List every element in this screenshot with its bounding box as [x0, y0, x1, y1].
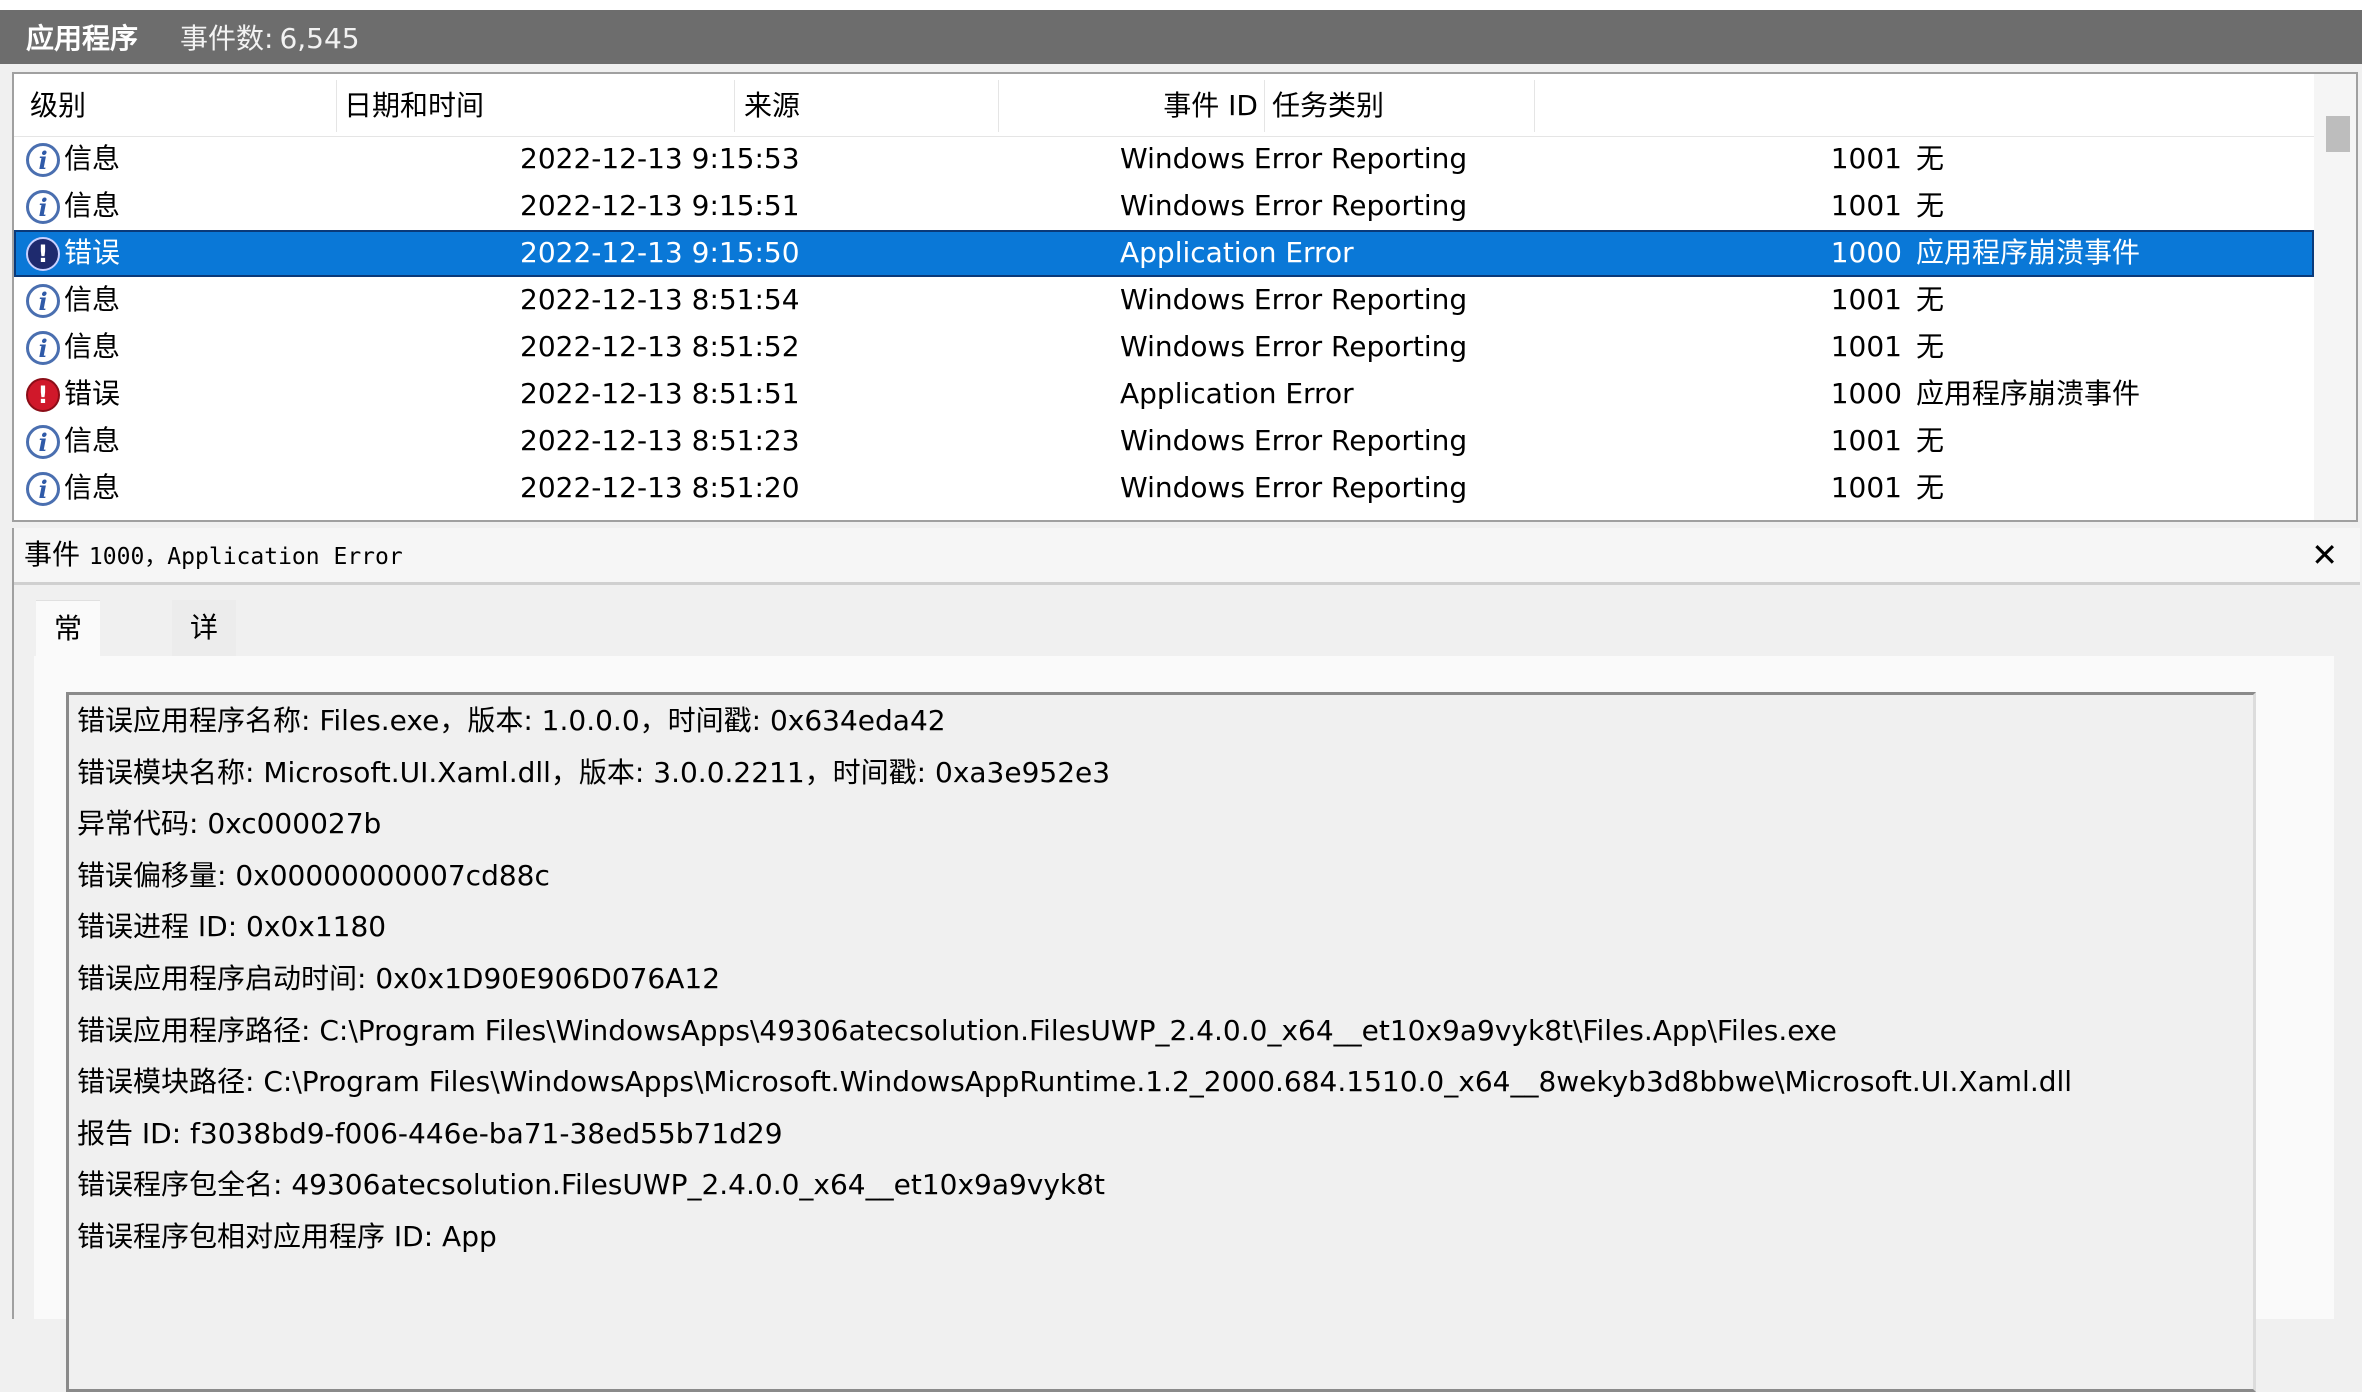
info-icon: i	[26, 425, 60, 459]
event-count: 事件数: 6,545	[180, 17, 360, 57]
event-count-value: 6,545	[279, 22, 360, 55]
level-cell: 信息	[64, 330, 121, 363]
table-row[interactable]: ! 错误 2022-12-13 9:15:50 Application Error 10…	[14, 230, 2314, 277]
level-cell: 信息	[64, 424, 121, 457]
source-cell: Windows Error Reporting	[1120, 189, 1468, 222]
datetime-cell: 2022-12-13 8:51:54	[520, 283, 800, 316]
description-line: 错误模块名称: Microsoft.UI.Xaml.dll，版本: 3.0.0.…	[77, 755, 1111, 789]
description-line: 错误程序包全名: 49306atecsolution.FilesUWP_2.4.…	[77, 1168, 1105, 1202]
task-category-cell: 无	[1916, 189, 1945, 222]
list-header: 级别 日期和时间 来源 事件 ID 任务类别	[14, 74, 2314, 137]
close-icon[interactable]: ✕	[2311, 536, 2338, 574]
event-count-label: 事件数:	[180, 22, 274, 55]
column-header-datetime[interactable]: 日期和时间	[344, 89, 484, 123]
column-header-event-id[interactable]: 事件 ID	[1154, 89, 1258, 123]
list-scrollbar[interactable]	[2314, 74, 2356, 520]
column-divider[interactable]	[734, 80, 735, 132]
table-row[interactable]: i 信息 2022-12-13 8:51:52 Windows Error Repor…	[14, 324, 2314, 371]
detail-title-bar: 事件 1000，Application Error ✕	[14, 528, 2360, 585]
task-category-cell: 无	[1916, 142, 1945, 175]
info-icon: i	[26, 143, 60, 177]
level-cell: 信息	[64, 189, 121, 222]
table-row[interactable]: i 信息 2022-12-13 8:51:20 Windows Error Repor…	[14, 465, 2314, 512]
description-line: 报告 ID: f3038bd9-f006-446e-ba71-38ed55b71…	[77, 1116, 783, 1150]
table-row[interactable]: i 信息 2022-12-13 9:15:53 Windows Error Repor…	[14, 136, 2314, 183]
tab-details[interactable]: 详细信息	[172, 600, 237, 812]
datetime-cell: 2022-12-13 9:15:51	[520, 189, 800, 222]
description-line: 错误应用程序路径: C:\Program Files\WindowsApps\4…	[77, 1013, 1837, 1047]
event-id-cell: 1001	[1830, 142, 1902, 175]
source-cell: Application Error	[1120, 236, 1354, 269]
table-row[interactable]: i 信息 2022-12-13 8:51:23 Windows Error Repor…	[14, 418, 2314, 465]
datetime-cell: 2022-12-13 8:51:23	[520, 424, 800, 457]
description-line: 错误偏移量: 0x00000000007cd88c	[77, 858, 550, 892]
column-divider[interactable]	[998, 80, 999, 132]
event-id-cell: 1000	[1830, 236, 1902, 269]
source-cell: Windows Error Reporting	[1120, 424, 1468, 457]
event-id-cell: 1001	[1830, 189, 1902, 222]
description-line: 错误应用程序启动时间: 0x0x1D90E906D076A12	[77, 962, 721, 995]
column-header-task[interactable]: 任务类别	[1272, 89, 1384, 123]
event-id-cell: 1001	[1830, 330, 1902, 363]
detail-title: 事件 1000，Application Error	[24, 538, 403, 574]
detail-title-prefix: 事件	[24, 538, 81, 571]
description-line: 异常代码: 0xc000027b	[77, 807, 382, 841]
level-cell: 信息	[64, 283, 121, 316]
error-icon: !	[26, 237, 60, 271]
log-title: 应用程序	[26, 22, 139, 55]
event-id-cell: 1001	[1830, 471, 1902, 504]
event-rows: i 信息 2022-12-13 9:15:53 Windows Error Repor…	[14, 136, 2314, 512]
source-cell: Windows Error Reporting	[1120, 142, 1468, 175]
table-row[interactable]: ! 错误 2022-12-13 8:51:51 Application Error 10…	[14, 371, 2314, 418]
source-cell: Windows Error Reporting	[1120, 330, 1468, 363]
event-id-cell: 1000	[1830, 377, 1902, 410]
task-category-cell: 无	[1916, 424, 1945, 457]
task-category-cell: 无	[1916, 471, 1945, 504]
event-list[interactable]: 级别 日期和时间 来源 事件 ID 任务类别 i 信息 2022-12-13 9:1…	[12, 72, 2358, 522]
description-line: 错误模块路径: C:\Program Files\WindowsApps\Mic…	[77, 1065, 2073, 1099]
info-icon: i	[26, 190, 60, 224]
event-description-box[interactable]: 错误应用程序名称: Files.exe，版本: 1.0.0.0，时间戳: 0x6…	[66, 692, 2256, 1392]
column-divider[interactable]	[1264, 80, 1265, 132]
error-icon: !	[26, 378, 60, 412]
info-icon: i	[26, 284, 60, 318]
task-category-cell: 无	[1916, 283, 1945, 316]
tab-general[interactable]: 常规	[36, 600, 101, 701]
description-line: 错误程序包相对应用程序 ID: App	[77, 1220, 497, 1253]
event-id-cell: 1001	[1830, 283, 1902, 316]
source-cell: Windows Error Reporting	[1120, 283, 1468, 316]
datetime-cell: 2022-12-13 8:51:51	[520, 377, 800, 410]
column-header-source[interactable]: 来源	[744, 89, 800, 123]
task-category-cell: 无	[1916, 330, 1945, 363]
source-cell: Application Error	[1120, 377, 1354, 410]
datetime-cell: 2022-12-13 9:15:53	[520, 142, 800, 175]
task-category-cell: 应用程序崩溃事件	[1916, 377, 2141, 410]
level-cell: 错误	[64, 236, 121, 269]
table-row[interactable]: i 信息 2022-12-13 9:15:51 Windows Error Repor…	[14, 183, 2314, 230]
datetime-cell: 2022-12-13 9:15:50	[520, 236, 800, 269]
datetime-cell: 2022-12-13 8:51:52	[520, 330, 800, 363]
column-divider[interactable]	[1534, 80, 1535, 132]
title-bar: 应用程序 事件数: 6,545	[0, 0, 2362, 64]
datetime-cell: 2022-12-13 8:51:20	[520, 471, 800, 504]
description-line: 错误应用程序名称: Files.exe，版本: 1.0.0.0，时间戳: 0x6…	[77, 704, 946, 737]
task-category-cell: 应用程序崩溃事件	[1916, 236, 2141, 269]
info-icon: i	[26, 331, 60, 365]
level-cell: 信息	[64, 471, 121, 504]
info-icon: i	[26, 472, 60, 506]
level-cell: 错误	[64, 377, 121, 410]
event-id-cell: 1001	[1830, 424, 1902, 457]
description-line: 错误进程 ID: 0x0x1180	[77, 910, 387, 944]
scrollbar-thumb[interactable]	[2326, 116, 2350, 152]
detail-title-event: 1000，Application Error	[88, 544, 403, 570]
level-cell: 信息	[64, 142, 121, 175]
table-row[interactable]: i 信息 2022-12-13 8:51:54 Windows Error Repor…	[14, 277, 2314, 324]
column-header-level[interactable]: 级别	[30, 89, 86, 123]
log-header: 应用程序 事件数: 6,545	[0, 10, 2362, 64]
source-cell: Windows Error Reporting	[1120, 471, 1468, 504]
column-divider[interactable]	[336, 80, 337, 132]
